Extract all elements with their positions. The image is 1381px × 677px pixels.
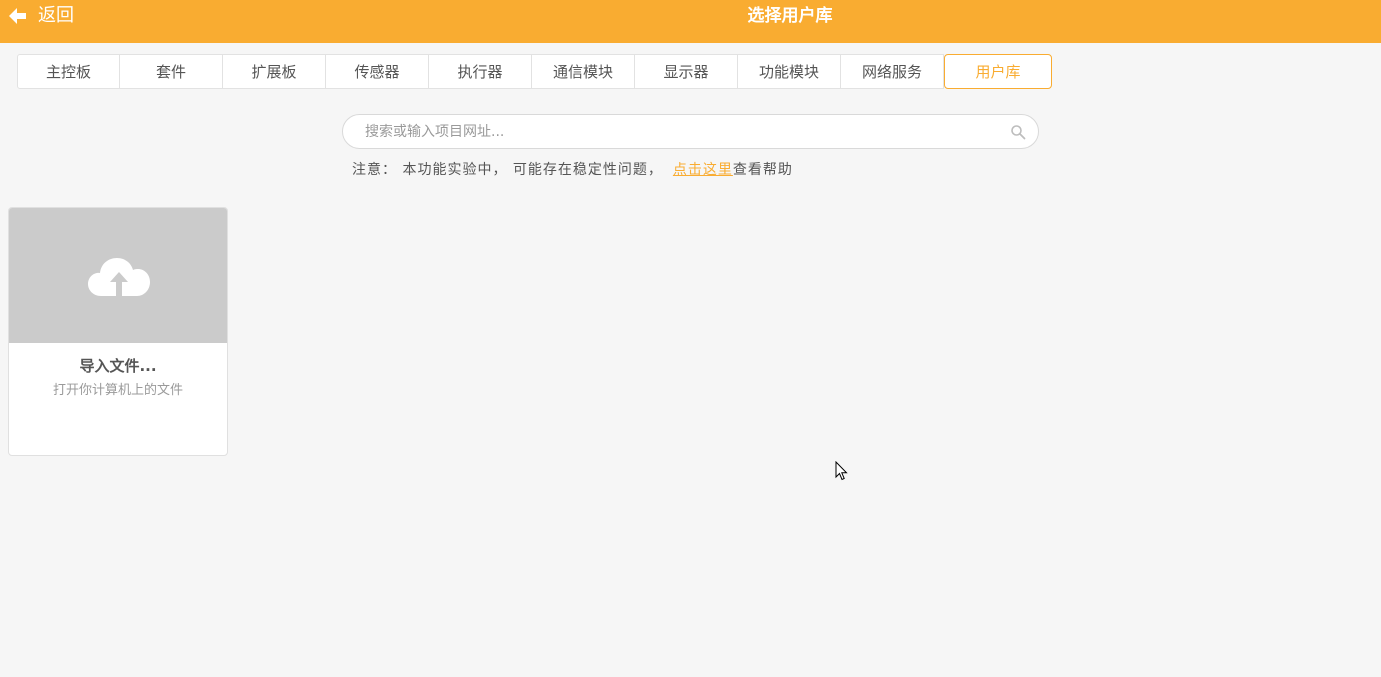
- search-box: [342, 114, 1039, 149]
- import-card-description: 打开你计算机上的文件: [52, 383, 183, 398]
- back-label: 返回: [38, 5, 74, 26]
- arrow-left-icon: [8, 7, 28, 25]
- search-icon[interactable]: [1010, 124, 1026, 140]
- back-button[interactable]: 返回: [8, 4, 74, 28]
- tab-main-board[interactable]: 主控板: [17, 54, 120, 89]
- import-card-image: [9, 208, 227, 343]
- tab-function-modules[interactable]: 功能模块: [738, 54, 841, 89]
- search-input[interactable]: [363, 115, 1003, 148]
- mouse-cursor-icon: [835, 460, 848, 485]
- tab-actuators[interactable]: 执行器: [429, 54, 532, 89]
- tab-sensors[interactable]: 传感器: [326, 54, 429, 89]
- notice-suffix: 查看帮助: [732, 162, 793, 178]
- category-tabs: 主控板 套件 扩展板 传感器 执行器 通信模块 显示器 功能模块 网络服务 用户…: [17, 54, 1052, 89]
- help-link[interactable]: 点击这里: [673, 162, 733, 178]
- tab-expansion-board[interactable]: 扩展板: [223, 54, 326, 89]
- tab-displays[interactable]: 显示器: [635, 54, 738, 89]
- tab-user-library[interactable]: 用户库: [944, 54, 1052, 89]
- import-card-title: 导入文件...: [79, 357, 157, 375]
- tab-communication-modules[interactable]: 通信模块: [532, 54, 635, 89]
- import-file-card[interactable]: 导入文件... 打开你计算机上的文件: [8, 207, 228, 456]
- notice-text: 注意： 本功能实验中， 可能存在稳定性问题， 点击这里查看帮助: [352, 160, 793, 180]
- cloud-upload-icon: [88, 258, 150, 296]
- notice-prefix: 注意： 本功能实验中， 可能存在稳定性问题，: [352, 162, 663, 178]
- header-bar: 返回 选择用户库: [0, 0, 1381, 43]
- page-title: 选择用户库: [747, 6, 833, 26]
- tab-kits[interactable]: 套件: [120, 54, 223, 89]
- tab-network-services[interactable]: 网络服务: [841, 54, 944, 89]
